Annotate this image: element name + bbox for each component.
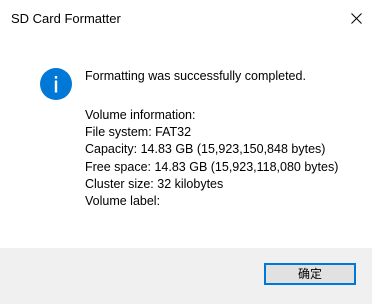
- info-icon: [40, 68, 72, 100]
- ok-button[interactable]: 确定: [264, 263, 356, 285]
- free-space-line: Free space: 14.83 GB (15,923,118,080 byt…: [85, 159, 339, 174]
- button-bar: 确定: [0, 248, 372, 304]
- cluster-size-line: Cluster size: 32 kilobytes: [85, 176, 224, 191]
- capacity-line: Capacity: 14.83 GB (15,923,150,848 bytes…: [85, 142, 326, 157]
- title-bar: SD Card Formatter: [0, 0, 372, 36]
- status-message: Formatting was successfully completed.: [85, 69, 306, 83]
- window-title: SD Card Formatter: [11, 11, 121, 26]
- message-dialog: SD Card Formatter Formatting was success…: [0, 0, 372, 304]
- volume-info-heading: Volume information:: [85, 108, 196, 122]
- close-icon: [351, 13, 362, 24]
- close-button[interactable]: [342, 0, 372, 36]
- volume-label-line: Volume label:: [85, 194, 161, 209]
- file-system-line: File system: FAT32: [85, 125, 192, 140]
- volume-info-list: Volume information: File system: FAT32 C…: [85, 107, 338, 210]
